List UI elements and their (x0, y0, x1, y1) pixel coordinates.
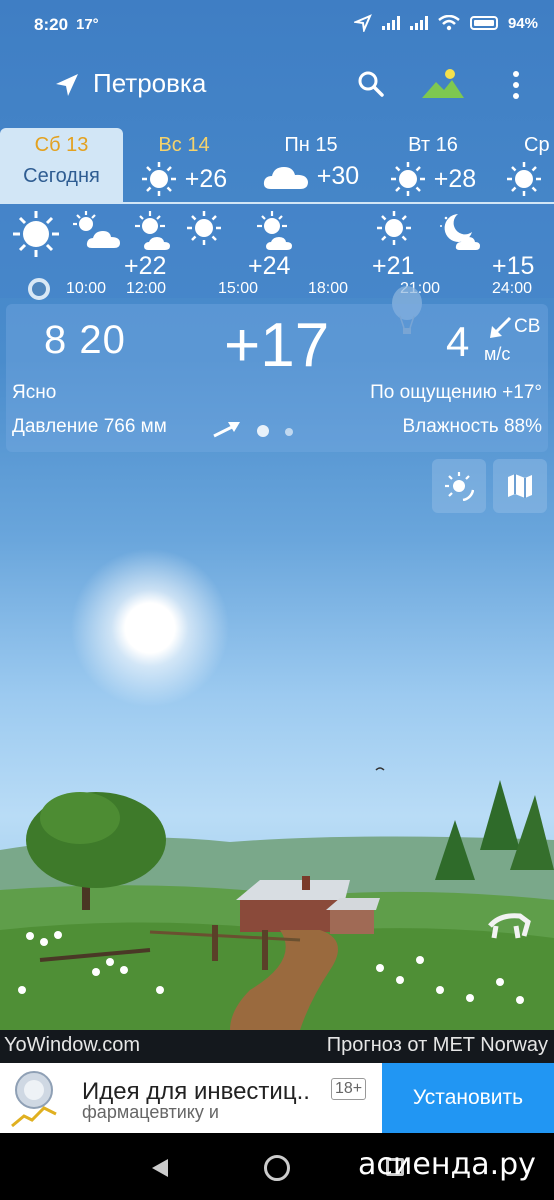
footer-source[interactable]: Прогноз от MET Norway (327, 1034, 548, 1057)
hourly-time: 15:00 (218, 280, 259, 297)
signal-icon (381, 16, 400, 30)
location-title[interactable]: Петровка (93, 68, 206, 99)
cloud-icon (263, 167, 308, 189)
ad-logo-icon (11, 1071, 57, 1128)
day-temp: +26 (184, 164, 228, 193)
current-time: 8 20 (44, 318, 126, 362)
wind-arrow-icon (490, 316, 512, 338)
map-icon (508, 474, 532, 498)
wind-unit: м/с (484, 344, 511, 364)
day-name: Вс 14 (158, 134, 210, 156)
hourly-time: 18:00 (308, 280, 349, 297)
hourly-temp: +24 (248, 252, 291, 280)
day-sub: Сегодня (23, 165, 100, 187)
page-indicator-dot-active (257, 425, 269, 437)
day-tab-today[interactable]: Сб 13 Сегодня (0, 128, 123, 202)
hourly-time: 24:00 (492, 280, 533, 297)
location-icon (353, 14, 372, 32)
sun-cloud-icon (135, 211, 170, 250)
back-icon[interactable] (150, 1157, 170, 1179)
weather-condition: Ясно (12, 382, 57, 403)
battery-level: 94% (507, 14, 538, 32)
day-name: Сб 13 (34, 134, 89, 156)
day-name: Пн 15 (284, 134, 338, 156)
pressure-trend-icon (213, 422, 240, 438)
watermark: асиенда.ру (358, 1147, 536, 1182)
sun-icon (377, 211, 411, 245)
sun-icon (141, 162, 176, 196)
more-menu-icon[interactable] (508, 70, 524, 100)
signal-icon-2 (409, 16, 428, 30)
ad-subtitle: фармацевтику и (82, 1102, 219, 1122)
hourly-time: 10:00 (66, 280, 107, 297)
sun-mode-button[interactable] (432, 459, 486, 513)
page-indicator-dot (285, 428, 293, 436)
wifi-icon (438, 15, 460, 31)
install-button[interactable]: Установить (382, 1063, 554, 1133)
wind-speed: 4 (446, 318, 470, 365)
landscape-scene (0, 767, 554, 1030)
current-time-marker (28, 278, 50, 300)
current-weather-card[interactable]: 8 20 +17 4 СВ м/с Ясно По ощущению +17° … (6, 304, 548, 452)
sun-icon (187, 211, 221, 245)
sun-cloud-icon (73, 211, 120, 248)
hourly-temp: +22 (124, 252, 167, 280)
navigation-arrow-icon[interactable] (54, 72, 80, 98)
current-temperature: +17 (224, 311, 330, 380)
sun-moon-icon (445, 472, 474, 501)
home-button[interactable] (264, 1155, 290, 1181)
sun-icon (507, 162, 541, 196)
moon-cloud-icon (440, 214, 480, 250)
day-tab-mon[interactable]: Пн 15 +30 (256, 128, 366, 202)
status-temperature: 17° (76, 16, 99, 33)
map-button[interactable] (493, 459, 547, 513)
hourly-temp: +21 (372, 252, 415, 280)
hourly-forecast[interactable]: +22 +24 +21 +15 10:00 12:00 15:00 18:00 … (0, 202, 554, 300)
pressure: Давление 766 мм (12, 416, 167, 437)
feels-like: По ощущению +17° (370, 382, 542, 403)
hourly-temp: +15 (492, 252, 535, 280)
search-icon[interactable] (357, 70, 385, 98)
sun-icon (13, 211, 59, 257)
day-name: Вт 16 (408, 134, 458, 156)
day-name: Ср (524, 134, 550, 156)
battery-icon (469, 16, 498, 30)
footer-brand-link[interactable]: YoWindow.com (4, 1034, 140, 1057)
status-time: 8:20 (34, 15, 69, 34)
status-icons: 94% (353, 14, 538, 32)
ad-age-badge: 18+ (331, 1078, 367, 1100)
sun-cloud-icon (257, 211, 292, 250)
day-temp: +28 (433, 164, 477, 193)
sun-icon (390, 162, 425, 196)
sun-glow (70, 548, 230, 708)
day-temp: +30 (316, 161, 360, 190)
hourly-time: 12:00 (126, 280, 167, 297)
days-strip: Сб 13 Сегодня Вс 14 +26 Пн 15 +30 Вт 16 … (0, 128, 554, 202)
day-tab-tue[interactable]: Вт 16 +28 (380, 128, 486, 202)
landscape-icon[interactable] (422, 66, 464, 100)
wind-direction: СВ (514, 316, 541, 337)
day-tab-wed[interactable]: Ср (506, 128, 554, 202)
humidity: Влажность 88% (402, 416, 542, 437)
day-tab-sun[interactable]: Вс 14 +26 (134, 128, 234, 202)
